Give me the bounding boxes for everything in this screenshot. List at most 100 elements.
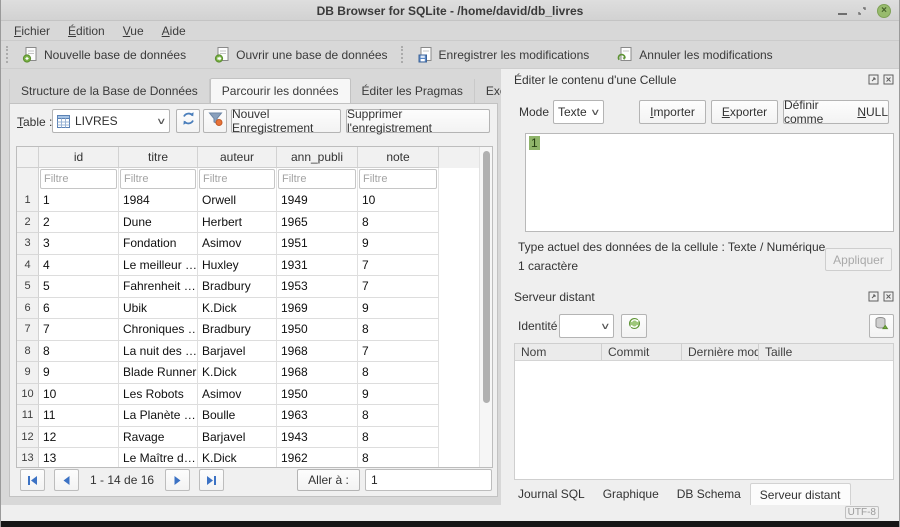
column-header-note[interactable]: note — [358, 147, 439, 168]
menu-aide[interactable]: Aide — [153, 22, 195, 40]
cell[interactable]: 7 — [358, 341, 439, 363]
clear-filters-button[interactable] — [203, 109, 227, 133]
row-number[interactable]: 11 — [17, 405, 39, 427]
cell[interactable]: Asimov — [198, 384, 277, 406]
cell[interactable]: 1950 — [277, 319, 358, 341]
row-number[interactable]: 10 — [17, 384, 39, 406]
tab-db-schema[interactable]: DB Schema — [668, 483, 750, 505]
row-number[interactable]: 8 — [17, 341, 39, 363]
cell[interactable]: 9 — [358, 233, 439, 255]
set-null-button[interactable]: Définir comme NULL — [783, 100, 889, 124]
cell[interactable]: Blade Runner — [119, 362, 198, 384]
cell[interactable]: Barjavel — [198, 427, 277, 449]
cell[interactable]: Le Maître d… — [119, 448, 198, 468]
import-button[interactable]: Importer — [639, 100, 706, 124]
new-database-button[interactable]: Nouvelle base de données — [14, 43, 194, 66]
cell[interactable]: 8 — [358, 212, 439, 234]
cell[interactable]: Dune — [119, 212, 198, 234]
filter-input-ann-publi[interactable] — [278, 169, 356, 189]
tab-edit-pragmas[interactable]: Éditer les Pragmas — [351, 79, 475, 103]
cell[interactable]: Chroniques … — [119, 319, 198, 341]
grid-vertical-scrollbar[interactable] — [479, 147, 492, 467]
filter-input-id[interactable] — [40, 169, 117, 189]
cell[interactable]: 1931 — [277, 255, 358, 277]
filter-input-titre[interactable] — [120, 169, 196, 189]
cell[interactable]: 1953 — [277, 276, 358, 298]
cell[interactable]: Barjavel — [198, 341, 277, 363]
cell[interactable]: 13 — [39, 448, 119, 468]
cell[interactable]: La Planète … — [119, 405, 198, 427]
mode-select[interactable]: Texte ∨ — [553, 100, 604, 124]
cell[interactable]: 1963 — [277, 405, 358, 427]
remote-column-taille[interactable]: Taille — [759, 344, 893, 360]
export-button[interactable]: Exporter — [711, 100, 778, 124]
toolbar-handle[interactable] — [6, 46, 9, 63]
cell[interactable]: 1951 — [277, 233, 358, 255]
table-select[interactable]: LIVRES ∨ — [52, 109, 170, 133]
cell[interactable]: Asimov — [198, 233, 277, 255]
menu-vue[interactable]: Vue — [114, 22, 153, 40]
cell[interactable]: 8 — [358, 427, 439, 449]
first-page-button[interactable] — [20, 469, 45, 491]
cell[interactable]: 8 — [358, 448, 439, 468]
tab-structure[interactable]: Structure de la Base de Données — [9, 79, 210, 103]
cell[interactable]: 1 — [39, 190, 119, 212]
cell[interactable]: La nuit des … — [119, 341, 198, 363]
upload-database-button[interactable] — [869, 314, 894, 338]
cell[interactable]: Le meilleur … — [119, 255, 198, 277]
cell[interactable]: Herbert — [198, 212, 277, 234]
cell[interactable]: 7 — [358, 276, 439, 298]
cell[interactable]: 4 — [39, 255, 119, 277]
encoding-badge[interactable]: UTF-8 — [845, 506, 879, 519]
row-number[interactable]: 13 — [17, 448, 39, 468]
delete-record-button[interactable]: Supprimer l'enregistrement — [346, 109, 490, 133]
cell[interactable]: Bradbury — [198, 276, 277, 298]
row-number[interactable]: 4 — [17, 255, 39, 277]
cell[interactable]: 9 — [358, 384, 439, 406]
cell[interactable]: Bradbury — [198, 319, 277, 341]
cell[interactable]: 1969 — [277, 298, 358, 320]
cell[interactable]: 9 — [358, 298, 439, 320]
close-panel-icon[interactable] — [883, 74, 894, 85]
menu-edition[interactable]: Édition — [59, 22, 114, 40]
cell[interactable]: Boulle — [198, 405, 277, 427]
column-header-id[interactable]: id — [39, 147, 119, 168]
save-changes-button[interactable]: Enregistrer les modifications — [409, 43, 598, 66]
cell-content-editor[interactable]: 1 — [525, 133, 894, 232]
cell[interactable]: K.Dick — [198, 362, 277, 384]
toolbar-handle[interactable] — [401, 46, 404, 63]
filter-input-auteur[interactable] — [199, 169, 275, 189]
column-header-ann-publi[interactable]: ann_publi — [277, 147, 358, 168]
new-record-button[interactable]: Nouvel Enregistrement — [231, 109, 341, 133]
cell[interactable]: 7 — [39, 319, 119, 341]
cell[interactable]: 3 — [39, 233, 119, 255]
tab-graphique[interactable]: Graphique — [594, 483, 668, 505]
cell[interactable]: K.Dick — [198, 448, 277, 468]
identity-select[interactable]: ∨ — [559, 314, 614, 338]
maximize-icon[interactable] — [857, 6, 867, 16]
cell[interactable]: 10 — [358, 190, 439, 212]
cell[interactable]: 8 — [358, 405, 439, 427]
cell[interactable]: 1962 — [277, 448, 358, 468]
row-number[interactable]: 9 — [17, 362, 39, 384]
open-database-button[interactable]: Ouvrir une base de données — [206, 43, 395, 66]
float-panel-icon[interactable] — [868, 291, 879, 302]
row-number[interactable]: 12 — [17, 427, 39, 449]
revert-changes-button[interactable]: Annuler les modifications — [609, 43, 780, 66]
cell[interactable]: 1968 — [277, 362, 358, 384]
cell[interactable]: Ravage — [119, 427, 198, 449]
row-number[interactable]: 6 — [17, 298, 39, 320]
cell[interactable]: 11 — [39, 405, 119, 427]
last-page-button[interactable] — [199, 469, 224, 491]
cell[interactable]: 1965 — [277, 212, 358, 234]
cell[interactable]: 1968 — [277, 341, 358, 363]
float-panel-icon[interactable] — [868, 74, 879, 85]
row-number[interactable]: 2 — [17, 212, 39, 234]
remote-column-derniere-modif[interactable]: Dernière modific — [682, 344, 759, 360]
row-number[interactable]: 1 — [17, 190, 39, 212]
cell[interactable]: Les Robots — [119, 384, 198, 406]
cell[interactable]: 9 — [39, 362, 119, 384]
cell[interactable]: 1943 — [277, 427, 358, 449]
previous-page-button[interactable] — [54, 469, 79, 491]
column-header-titre[interactable]: titre — [119, 147, 198, 168]
